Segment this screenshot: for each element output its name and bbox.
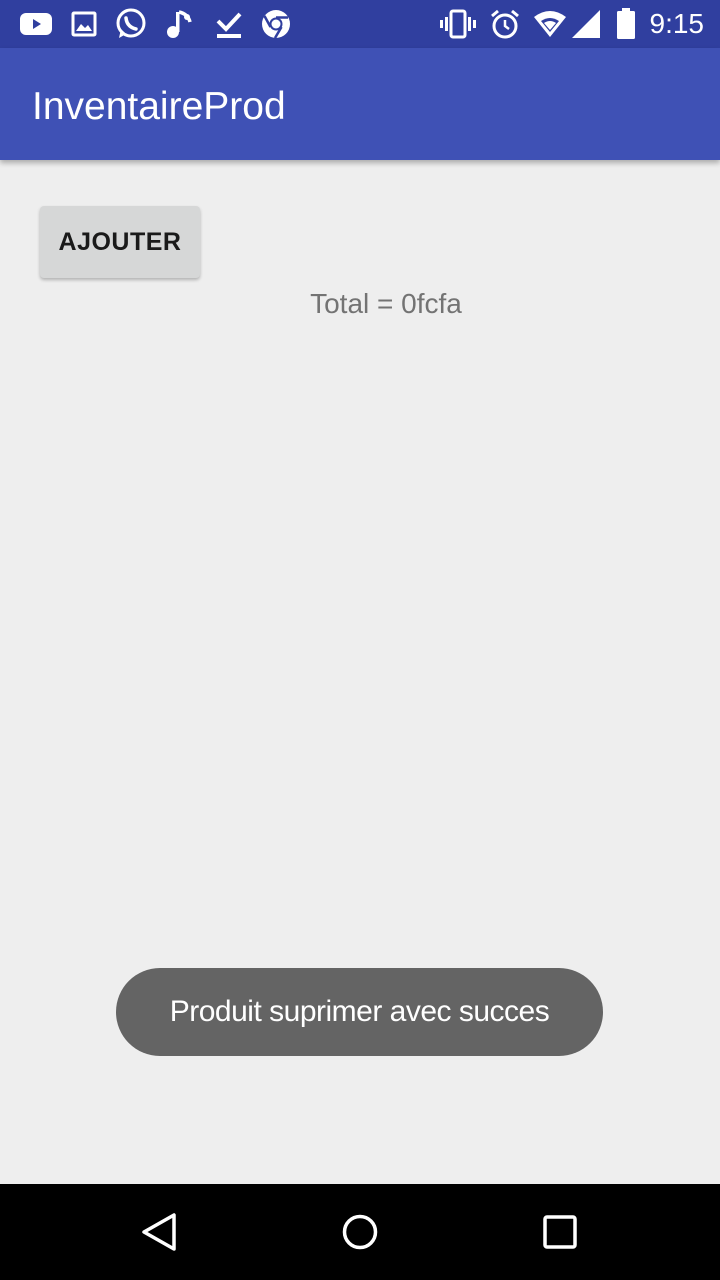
- back-button[interactable]: [128, 1200, 192, 1264]
- music-note-icon: [162, 6, 198, 42]
- status-time: 9:15: [649, 8, 705, 39]
- total-label: Total = 0fcfa: [310, 288, 462, 319]
- home-icon: [342, 1214, 378, 1250]
- back-icon: [142, 1213, 176, 1251]
- app-title: InventaireProd: [32, 85, 286, 128]
- home-button[interactable]: [328, 1200, 392, 1264]
- navigation-bar: [0, 1184, 720, 1280]
- cell-signal-icon: [568, 6, 604, 42]
- app-bar: InventaireProd: [0, 48, 720, 160]
- status-bar: 9:15: [0, 0, 720, 48]
- wifi-icon: [532, 6, 568, 42]
- add-button[interactable]: AJOUTER: [40, 206, 200, 278]
- youtube-icon: [18, 6, 54, 42]
- alarm-icon: [487, 6, 523, 42]
- recents-button[interactable]: [528, 1200, 592, 1264]
- gallery-icon: [66, 6, 102, 42]
- toast-message: Produit suprimer avec succes: [116, 968, 603, 1056]
- battery-icon: [608, 6, 644, 42]
- whatsapp-icon: [113, 6, 149, 42]
- download-done-icon: [211, 6, 247, 42]
- vibrate-icon: [440, 6, 476, 42]
- chrome-icon: [258, 6, 294, 42]
- recents-icon: [543, 1215, 577, 1249]
